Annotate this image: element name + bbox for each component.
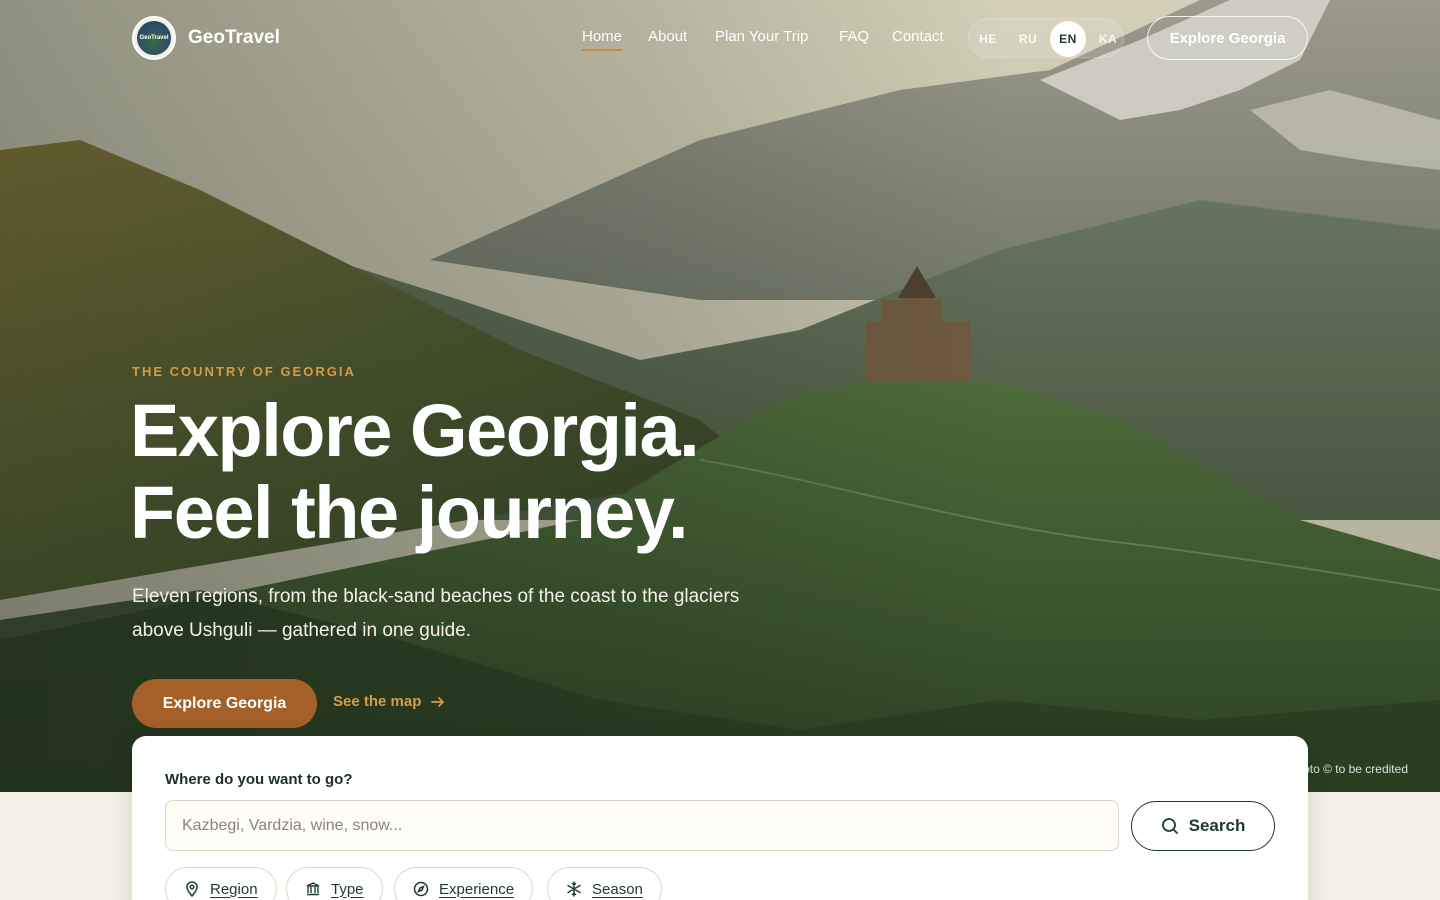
filter-chip-experience[interactable]: Experience	[394, 867, 534, 900]
search-card: Where do you want to go? Search Region T…	[132, 736, 1308, 900]
lang-option-ru[interactable]: RU	[1010, 21, 1046, 57]
destination-search-input[interactable]	[165, 800, 1119, 851]
see-the-map-label: See the map	[333, 693, 422, 710]
hero-explore-button[interactable]: Explore Georgia	[132, 679, 317, 728]
map-pin-icon	[186, 881, 198, 897]
hero-title-line-2: Feel the journey.	[130, 471, 689, 554]
lang-option-en[interactable]: EN	[1050, 21, 1086, 57]
nav-item-faq[interactable]: FAQ	[839, 28, 869, 45]
snowflake-icon	[567, 881, 581, 897]
nav-item-home[interactable]: Home	[582, 28, 623, 51]
arrow-right-icon	[431, 696, 445, 707]
brand-name[interactable]: GeoTravel	[188, 27, 280, 49]
hero-lead: Eleven regions, from the black-sand beac…	[132, 586, 740, 641]
nav-item-contact[interactable]: Contact	[892, 28, 944, 45]
language-switcher: HE RU EN KA	[968, 18, 1124, 58]
filter-chip-season[interactable]: Season	[547, 867, 662, 900]
filter-chip-label: Experience	[439, 880, 515, 898]
search-button[interactable]: Search	[1131, 801, 1275, 851]
brand-logo-emblem: GeoTravel	[137, 21, 171, 55]
hero-title: Explore Georgia. Feel the journey.	[130, 389, 700, 554]
landmark-icon	[306, 882, 320, 896]
logo-text: GeoTravel	[139, 35, 169, 41]
hero-eyebrow: THE COUNTRY OF GEORGIA	[132, 364, 356, 379]
header-explore-button[interactable]: Explore Georgia	[1147, 16, 1308, 60]
nav-item-about[interactable]: About	[648, 28, 687, 45]
filter-chip-region[interactable]: Region	[165, 867, 277, 900]
brand-logo[interactable]: GeoTravel	[132, 16, 176, 60]
search-label: Where do you want to go?	[165, 771, 353, 788]
lang-option-he[interactable]: HE	[970, 21, 1006, 57]
lang-option-ka[interactable]: KA	[1090, 21, 1126, 57]
filter-chip-label: Season	[592, 880, 643, 898]
filter-chip-label: Type	[331, 880, 364, 898]
nav-item-plan-your-trip[interactable]: Plan Your Trip	[715, 28, 808, 45]
site-header: GeoTravel GeoTravel Home About Plan Your…	[0, 0, 1440, 76]
see-the-map-link[interactable]: See the map	[333, 693, 445, 710]
filter-chip-type[interactable]: Type	[286, 867, 383, 900]
filter-chip-label: Region	[210, 880, 258, 898]
hero-title-line-1: Explore Georgia.	[130, 389, 700, 472]
search-icon	[1161, 818, 1178, 834]
compass-icon	[413, 881, 429, 897]
search-button-label: Search	[1188, 816, 1246, 835]
